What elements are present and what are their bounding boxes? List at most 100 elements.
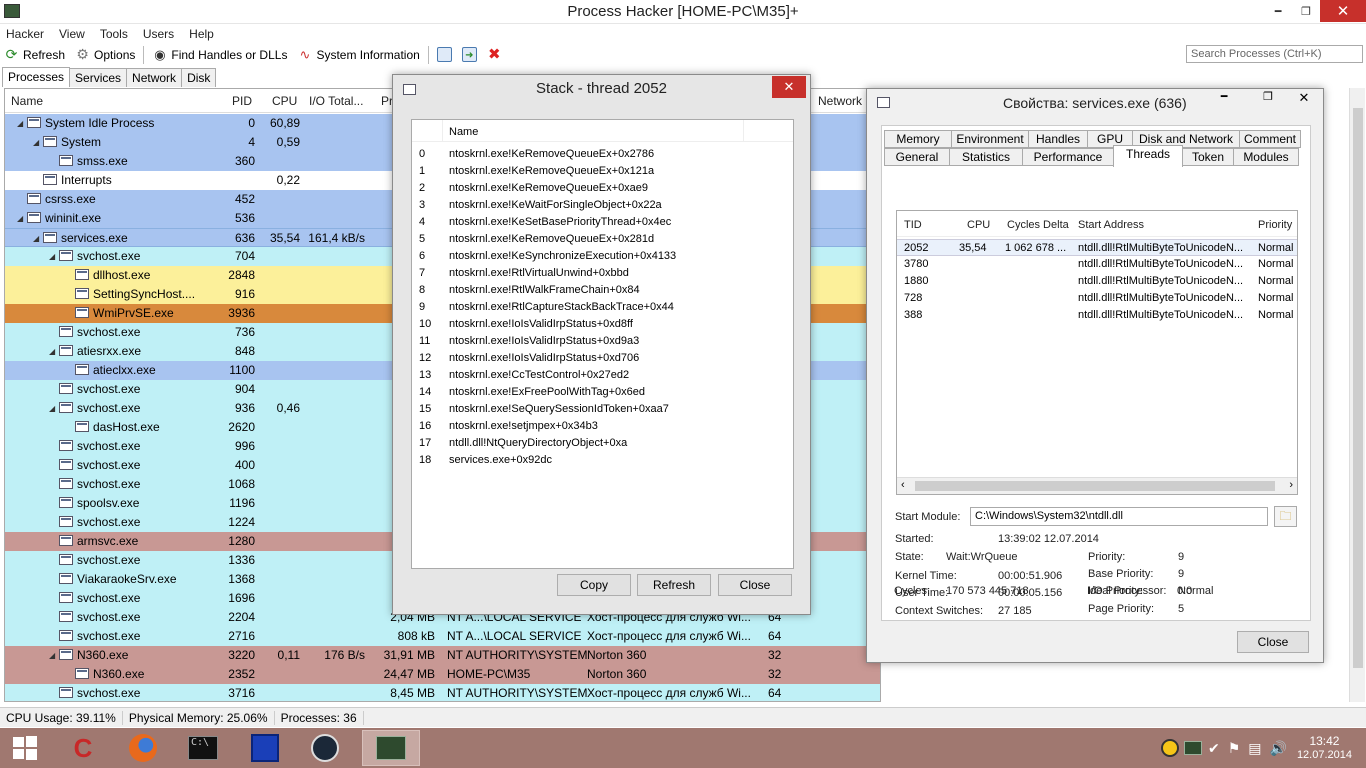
tab-disk[interactable]: Disk <box>181 68 217 87</box>
props-maximize-button[interactable]: ❐ <box>1253 90 1283 110</box>
list-item[interactable]: 6 ntoskrnl.exe!KeSynchronizeExecution+0x4… <box>412 248 792 265</box>
processhacker-taskbar-button[interactable] <box>362 730 420 766</box>
firefox-taskbar-button[interactable] <box>118 730 168 766</box>
menu-tools[interactable]: Tools <box>100 27 128 41</box>
col-io[interactable]: I/O Total... <box>309 94 363 108</box>
table-row[interactable]: 3780 ntdll.dll!RtlMultiByteToUnicodeN... N… <box>897 256 1297 273</box>
table-row[interactable]: svchost.exe 3716 8,45 MB NT AUTHORITY\SYSTE… <box>5 684 880 701</box>
expand-toggle-icon[interactable]: ◢ <box>33 229 39 248</box>
col-network[interactable]: Network <box>818 94 862 108</box>
list-item[interactable]: 9 ntoskrnl.exe!RtlCaptureStackBackTrace+0… <box>412 299 792 316</box>
norton-tray-icon[interactable] <box>1160 739 1179 757</box>
refresh-stack-button[interactable]: Refresh <box>637 574 711 596</box>
tab-services[interactable]: Services <box>69 68 128 87</box>
tab-general[interactable]: General <box>884 148 950 166</box>
options-button[interactable]: ⚙ Options <box>75 47 135 62</box>
col-cpu[interactable]: CPU <box>272 94 297 108</box>
processhacker-tray-icon[interactable] <box>1183 741 1202 755</box>
steam-taskbar-button[interactable] <box>300 730 350 766</box>
tab-environment[interactable]: Environment <box>951 130 1029 148</box>
close-stack-button[interactable]: Close <box>718 574 792 596</box>
list-item[interactable]: 3 ntoskrnl.exe!KeWaitForSingleObject+0x22… <box>412 197 792 214</box>
table-row[interactable]: 388 ntdll.dll!RtlMultiByteToUnicodeN... No… <box>897 307 1297 324</box>
col-priority[interactable]: Priority <box>1258 219 1292 231</box>
list-item[interactable]: 1 ntoskrnl.exe!KeRemoveQueueEx+0x121a <box>412 163 792 180</box>
close-button[interactable]: ✕ <box>1320 0 1366 22</box>
expand-toggle-icon[interactable]: ◢ <box>49 646 55 665</box>
export-button[interactable]: ➜ <box>461 47 481 62</box>
stack-col-name[interactable]: Name <box>449 126 478 138</box>
tab-threads[interactable]: Threads <box>1113 145 1183 167</box>
terminate-button[interactable]: ✖ <box>487 47 506 62</box>
stack-close-x-button[interactable]: ✕ <box>772 76 806 98</box>
tab-statistics[interactable]: Statistics <box>949 148 1023 166</box>
list-item[interactable]: 18 services.exe+0x92dc <box>412 452 792 469</box>
expand-toggle-icon[interactable]: ◢ <box>49 399 55 418</box>
list-item[interactable]: 16 ntoskrnl.exe!setjmpex+0x34b3 <box>412 418 792 435</box>
copy-button[interactable]: Copy <box>557 574 631 596</box>
table-row[interactable]: 2052 35,54 1 062 678 ... ntdll.dll!RtlMulti… <box>897 239 1297 256</box>
col-cycles-delta[interactable]: Cycles Delta <box>1007 219 1069 231</box>
start-button[interactable] <box>0 730 50 766</box>
menu-hacker[interactable]: Hacker <box>6 27 44 41</box>
expand-toggle-icon[interactable]: ◢ <box>49 342 55 361</box>
menu-help[interactable]: Help <box>189 27 214 41</box>
start-module-field[interactable]: C:\Windows\System32\ntdll.dll <box>970 507 1268 526</box>
window-button[interactable] <box>436 47 456 62</box>
list-item[interactable]: 12 ntoskrnl.exe!IoIsValidIrpStatus+0xd706 <box>412 350 792 367</box>
table-row[interactable]: N360.exe 2352 24,47 MB HOME-PC\M35 Norton 36… <box>5 665 880 684</box>
menu-view[interactable]: View <box>59 27 85 41</box>
table-row[interactable]: ◢ N360.exe 3220 0,11 176 B/s 31,91 MB NT AUTHO… <box>5 646 880 665</box>
scroll-right-icon[interactable]: › <box>1289 479 1293 491</box>
tab-comment[interactable]: Comment <box>1239 130 1301 148</box>
tab-processes[interactable]: Processes <box>2 67 71 87</box>
list-item[interactable]: 10 ntoskrnl.exe!IoIsValidIrpStatus+0xd8ff <box>412 316 792 333</box>
col-name[interactable]: Name <box>11 94 43 108</box>
col-start-address[interactable]: Start Address <box>1078 219 1144 231</box>
tab-token[interactable]: Token <box>1182 148 1234 166</box>
tab-network[interactable]: Network <box>126 68 183 87</box>
table-row[interactable]: 728 ntdll.dll!RtlMultiByteToUnicodeN... No… <box>897 290 1297 307</box>
props-close-x-button[interactable]: ✕ <box>1287 90 1321 110</box>
main-vertical-scrollbar[interactable] <box>1349 88 1365 702</box>
cmd-taskbar-button[interactable]: C:\ <box>178 730 228 766</box>
refresh-button[interactable]: ⟳ Refresh <box>4 47 65 62</box>
search-input[interactable]: Search Processes (Ctrl+K) <box>1186 45 1363 63</box>
menu-users[interactable]: Users <box>143 27 174 41</box>
shield-tray-icon[interactable]: ✔ <box>1208 740 1220 757</box>
horizontal-scrollbar[interactable]: ‹ › <box>897 477 1297 494</box>
ccleaner-taskbar-button[interactable]: C <box>58 730 108 766</box>
list-item[interactable]: 17 ntdll.dll!NtQueryDirectoryObject+0xa <box>412 435 792 452</box>
scroll-left-icon[interactable]: ‹ <box>901 479 905 491</box>
list-item[interactable]: 7 ntoskrnl.exe!RtlVirtualUnwind+0xbbd <box>412 265 792 282</box>
list-item[interactable]: 8 ntoskrnl.exe!RtlWalkFrameChain+0x84 <box>412 282 792 299</box>
col-thread-cpu[interactable]: CPU <box>967 219 990 231</box>
clock[interactable]: 13:42 12.07.2014 <box>1297 734 1352 762</box>
main-scrollbar-thumb[interactable] <box>1353 108 1363 668</box>
list-item[interactable]: 2 ntoskrnl.exe!KeRemoveQueueEx+0xae9 <box>412 180 792 197</box>
list-item[interactable]: 4 ntoskrnl.exe!KeSetBasePriorityThread+0x… <box>412 214 792 231</box>
list-item[interactable]: 13 ntoskrnl.exe!CcTestControl+0x27ed2 <box>412 367 792 384</box>
list-item[interactable]: 14 ntoskrnl.exe!ExFreePoolWithTag+0x6ed <box>412 384 792 401</box>
system-information-button[interactable]: ∿ System Information <box>297 47 420 62</box>
list-item[interactable]: 5 ntoskrnl.exe!KeRemoveQueueEx+0x281d <box>412 231 792 248</box>
tab-memory[interactable]: Memory <box>884 130 952 148</box>
expand-toggle-icon[interactable]: ◢ <box>17 114 23 133</box>
tab-modules[interactable]: Modules <box>1233 148 1299 166</box>
flag-tray-icon[interactable]: ⚑ <box>1228 740 1241 757</box>
expand-toggle-icon[interactable]: ◢ <box>33 133 39 152</box>
table-row[interactable]: 1880 ntdll.dll!RtlMultiByteToUnicodeN... N… <box>897 273 1297 290</box>
volume-tray-icon[interactable]: 🔊 <box>1270 740 1287 757</box>
scrollbar-thumb[interactable] <box>915 481 1275 491</box>
network-tray-icon[interactable]: ▤ <box>1248 740 1261 757</box>
close-properties-button[interactable]: Close <box>1237 631 1309 653</box>
col-tid[interactable]: TID <box>904 219 922 231</box>
col-pid[interactable]: PID <box>232 94 252 108</box>
list-item[interactable]: 15 ntoskrnl.exe!SeQuerySessionIdToken+0xa… <box>412 401 792 418</box>
props-minimize-button[interactable]: ━ <box>1209 90 1239 110</box>
table-row[interactable]: svchost.exe 2716 808 kB NT A...\LOCAL SERVI… <box>5 627 880 646</box>
list-item[interactable]: 11 ntoskrnl.exe!IoIsValidIrpStatus+0xd9a3 <box>412 333 792 350</box>
save-taskbar-button[interactable] <box>240 730 290 766</box>
folder-button[interactable]: 🗀 <box>1274 506 1297 527</box>
list-item[interactable]: 0 ntoskrnl.exe!KeRemoveQueueEx+0x2786 <box>412 146 792 163</box>
